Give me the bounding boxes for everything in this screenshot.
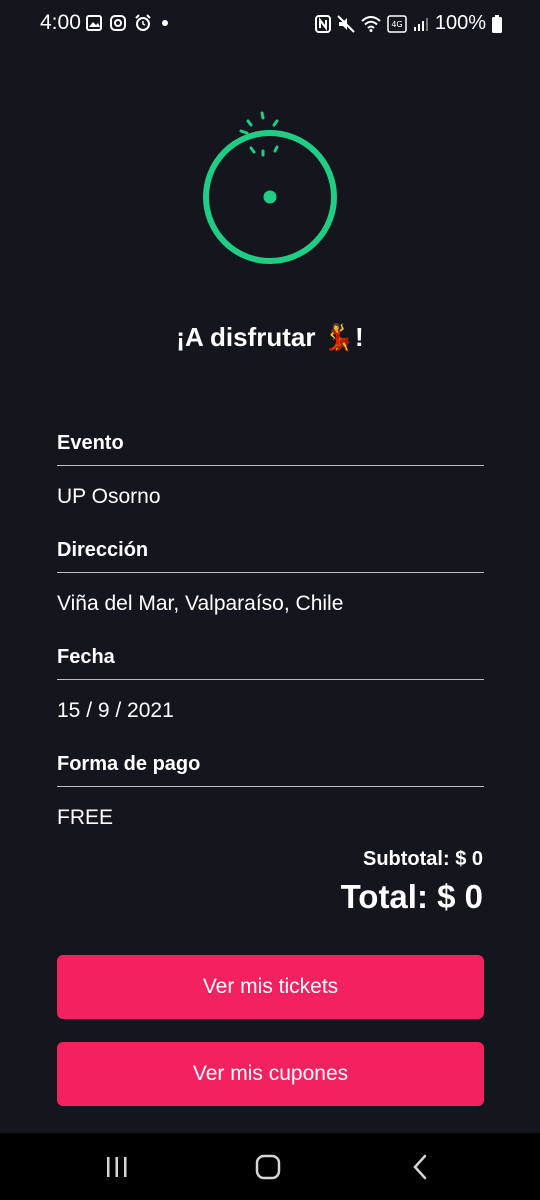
- date-value: 15 / 9 / 2021: [57, 699, 174, 722]
- volte-icon: 4G: [387, 14, 407, 33]
- subtotal: Subtotal: $ 0: [362, 848, 483, 870]
- gallery-icon: [86, 15, 102, 31]
- address-label: Dirección: [57, 527, 484, 573]
- battery-text: 100%: [434, 12, 486, 34]
- signal-icon: [413, 17, 428, 31]
- payment-method-label: Forma de pago: [57, 741, 484, 787]
- back-button[interactable]: [400, 1151, 440, 1183]
- dot-icon: [162, 20, 168, 26]
- payment-method-value: FREE: [57, 806, 114, 829]
- home-icon: [255, 1154, 281, 1180]
- status-right: 4G 100%: [314, 12, 502, 35]
- battery-icon: [492, 14, 502, 33]
- home-button[interactable]: [248, 1151, 288, 1183]
- svg-text:4G: 4G: [391, 20, 402, 29]
- status-left-icons: [86, 14, 170, 32]
- order-details: Evento UP Osorno Dirección Viña del Mar,…: [57, 420, 484, 848]
- wifi-icon: [361, 15, 381, 32]
- status-bar: 4:00 4G 100%: [0, 0, 540, 48]
- instagram-icon: [110, 15, 126, 31]
- event-label: Evento: [57, 420, 484, 466]
- recents-button[interactable]: [97, 1151, 137, 1183]
- view-coupons-button[interactable]: Ver mis cupones: [57, 1042, 484, 1106]
- alarm-icon: [135, 14, 151, 31]
- recents-icon: [107, 1157, 127, 1177]
- mute-icon: [337, 14, 355, 33]
- address-value: Viña del Mar, Valparaíso, Chile: [57, 592, 344, 615]
- total: Total: $ 0: [340, 878, 483, 915]
- success-icon: [203, 111, 337, 264]
- screen: 4:00 4G 100% ¡A disfrutar 💃! Evento UP O…: [0, 0, 540, 1200]
- success-title: ¡A disfrutar 💃!: [176, 322, 364, 352]
- view-tickets-button[interactable]: Ver mis tickets: [57, 955, 484, 1019]
- navigation-bar: [0, 1133, 540, 1200]
- date-label: Fecha: [57, 634, 484, 680]
- back-icon: [413, 1154, 427, 1180]
- nfc-icon: [314, 14, 331, 33]
- status-time: 4:00: [40, 11, 81, 34]
- event-value: UP Osorno: [57, 485, 161, 508]
